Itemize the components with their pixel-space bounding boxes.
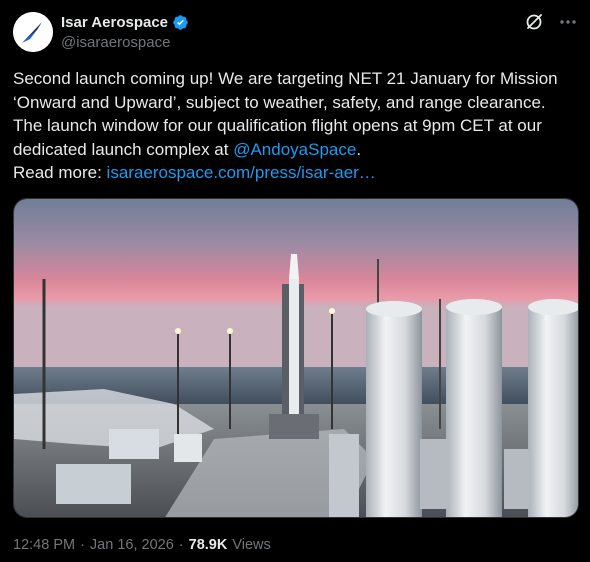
launch-site-photo (14, 199, 578, 517)
tweet-paragraph: Second launch coming up! We are targetin… (13, 67, 578, 161)
top-actions (524, 12, 578, 32)
meta-separator: · (80, 537, 85, 553)
handle[interactable]: @isaraerospace (61, 33, 189, 53)
tweet-time[interactable]: 12:48 PM (13, 537, 75, 553)
grok-icon[interactable] (524, 12, 544, 32)
tweet-date[interactable]: Jan 16, 2026 (90, 537, 174, 553)
external-link[interactable]: isaraerospace.com/press/isar-aer… (107, 163, 376, 182)
more-options-icon[interactable] (558, 12, 578, 32)
tweet-text-end: . (356, 139, 362, 159)
views-label: Views (232, 537, 271, 553)
read-more-label: Read more: (13, 163, 107, 183)
display-name[interactable]: Isar Aerospace (61, 13, 168, 32)
avatar[interactable] (13, 12, 53, 52)
author-block: Isar Aerospace @isaraerospace (61, 13, 189, 53)
media-image[interactable] (13, 198, 579, 518)
meta-separator-2: · (178, 537, 184, 553)
display-name-row: Isar Aerospace (61, 13, 189, 32)
verified-badge-icon[interactable] (172, 14, 189, 31)
isar-logo-icon (13, 12, 53, 52)
tweet-text: Second launch coming up! We are targetin… (13, 67, 578, 185)
tweet-meta: 12:48 PM · Jan 16, 2026 · 78.9K Views (13, 537, 271, 553)
read-more-line: Read more: isaraerospace.com/press/isar-… (13, 161, 578, 185)
mention-link[interactable]: @AndoyaSpace (233, 140, 356, 159)
views-count: 78.9K (188, 537, 228, 553)
tweet: Isar Aerospace @isaraerospace Second lau… (0, 0, 590, 562)
